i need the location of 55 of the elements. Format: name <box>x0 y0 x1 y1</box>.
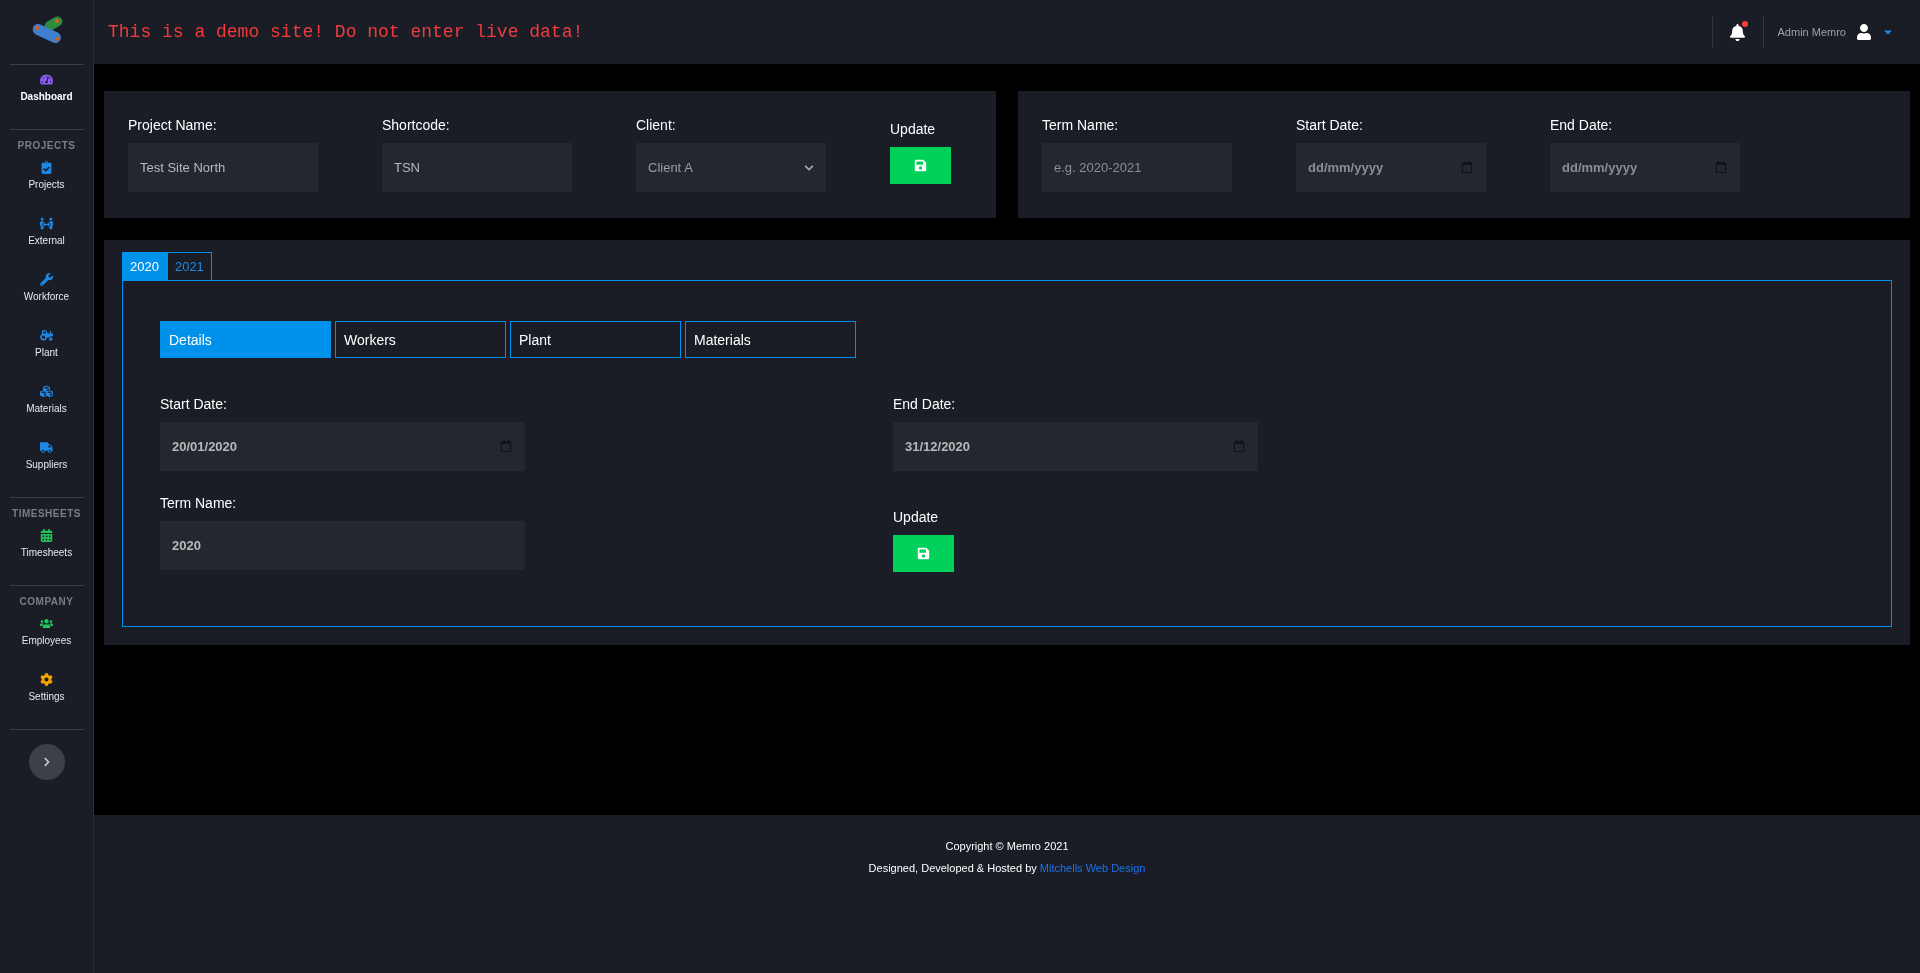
calendar-icon <box>1461 161 1473 173</box>
user-icon <box>1856 24 1872 40</box>
field-label: Update <box>890 121 937 137</box>
save-button[interactable] <box>890 147 951 184</box>
field-label: Start Date: <box>160 396 228 412</box>
field-label: Term Name: <box>1042 117 1120 133</box>
sidebar-item[interactable]: Workforce <box>0 273 94 302</box>
field-label: Client: <box>636 117 677 133</box>
sidebar-item[interactable]: Settings <box>0 673 94 702</box>
date-field[interactable]: 20/01/2020 <box>160 422 525 471</box>
field-label: Project Name: <box>128 117 218 133</box>
input-field[interactable]: e.g. 2020-2021 <box>1042 143 1232 192</box>
sidebar-heading: TIMESHEETS <box>12 508 81 519</box>
user-menu[interactable]: Admin Memro <box>1763 23 1900 41</box>
sidebar-item[interactable]: External <box>0 217 94 246</box>
field-label: Start Date: <box>1296 117 1364 133</box>
sidebar-item[interactable]: Dashboard <box>0 73 94 102</box>
date-field[interactable]: dd/mm/yyyy <box>1550 143 1740 192</box>
field-label: End Date: <box>893 396 957 412</box>
demo-notice: This is a demo site! Do not enter live data! <box>108 22 585 42</box>
client-select[interactable]: Client A <box>636 143 826 192</box>
input-field[interactable]: TSN <box>382 143 572 192</box>
field-label: Shortcode: <box>382 117 451 133</box>
sidebar-item[interactable]: Materials <box>0 385 94 414</box>
sidebar-item[interactable]: Suppliers <box>0 441 94 470</box>
input-field[interactable]: 2020 <box>160 521 525 570</box>
sidebar-item[interactable]: Employees <box>0 617 94 646</box>
sidebar-item[interactable]: Projects <box>0 161 94 190</box>
save-icon <box>914 159 927 172</box>
sidebar-heading: PROJECTS <box>17 140 76 151</box>
date-field[interactable]: dd/mm/yyyy <box>1296 143 1486 192</box>
credit-text: Designed, Developed & Hosted by Mitchells Web Design <box>868 862 1146 874</box>
bell-icon <box>1729 23 1747 41</box>
section-tab[interactable]: Workers <box>335 321 506 358</box>
chevron-down-icon <box>804 162 814 173</box>
section-tab[interactable]: Plant <box>510 321 681 358</box>
save-icon <box>917 547 930 560</box>
year-tab[interactable]: 2021 <box>166 252 212 280</box>
input-field[interactable]: Test Site North <box>128 143 318 192</box>
sidebar-item[interactable]: Timesheets <box>0 529 94 558</box>
field-label: End Date: <box>1550 117 1614 133</box>
credit-link[interactable]: Mitchells Web Design <box>1039 862 1146 874</box>
chevron-right-icon <box>41 757 52 767</box>
calendar-icon <box>1233 440 1245 452</box>
sidebar-item[interactable]: Plant <box>0 329 94 358</box>
calendar-icon <box>500 440 512 452</box>
calendar-icon <box>1715 161 1727 173</box>
date-field[interactable]: 31/12/2020 <box>893 422 1258 471</box>
section-tab[interactable]: Materials <box>685 321 856 358</box>
sidebar-heading: COMPANY <box>19 596 74 607</box>
field-label: Update <box>893 509 940 525</box>
expand-button[interactable] <box>28 744 65 780</box>
save-button[interactable] <box>893 535 954 572</box>
field-label: Term Name: <box>160 495 238 511</box>
copyright-text: Copyright © Memro 2021 <box>945 840 1069 852</box>
